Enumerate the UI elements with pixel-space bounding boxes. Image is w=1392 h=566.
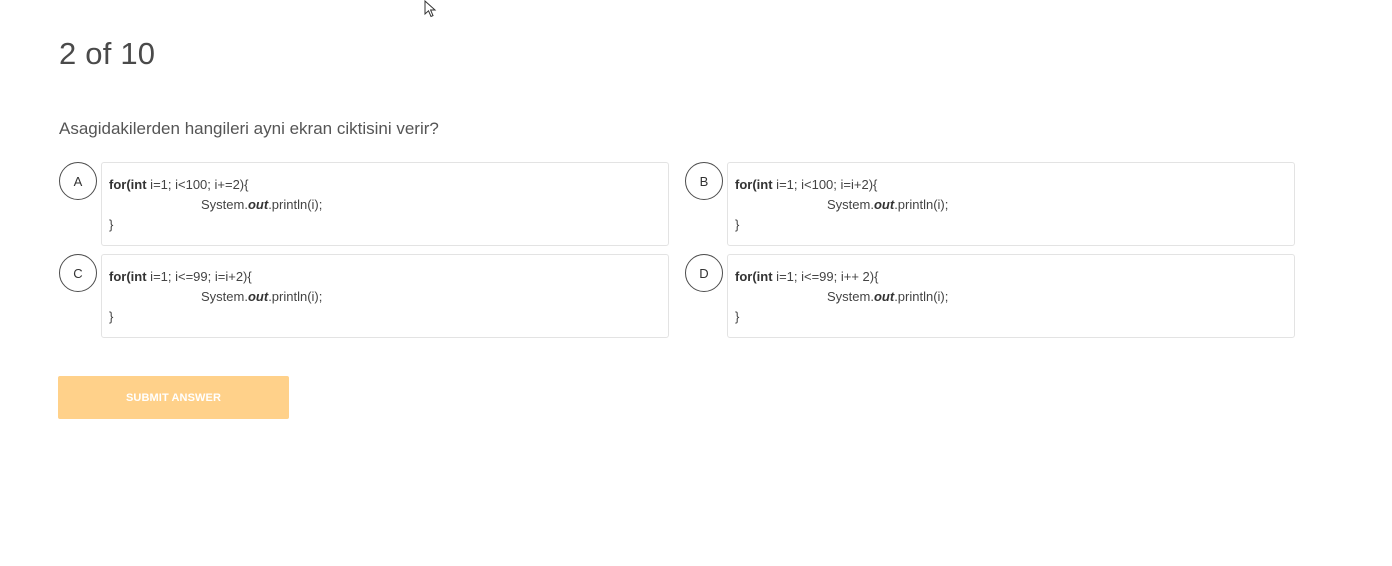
question-text: Asagidakilerden hangileri ayni ekran cik… <box>59 119 439 138</box>
code-line-2: System.out.println(i); <box>827 289 949 304</box>
option-d[interactable]: D for(int i=1; i<=99; i++ 2){ System.out… <box>685 254 1295 338</box>
option-b-code-box[interactable]: for(int i=1; i<100; i=i+2){ System.out.p… <box>727 162 1295 246</box>
option-c[interactable]: C for(int i=1; i<=99; i=i+2){ System.out… <box>59 254 669 338</box>
code-line-1: for(int i=1; i<=99; i=i+2){ <box>109 269 252 284</box>
code-line-1: for(int i=1; i<=99; i++ 2){ <box>735 269 879 284</box>
code-line-2: System.out.println(i); <box>827 197 949 212</box>
code-line-2: System.out.println(i); <box>201 197 323 212</box>
option-letter: B <box>699 173 709 189</box>
code-line-3: } <box>735 309 740 324</box>
submit-answer-button[interactable]: SUBMIT ANSWER <box>58 376 289 419</box>
option-letter: C <box>73 265 83 281</box>
option-letter: D <box>699 265 709 281</box>
option-a-radio[interactable]: A <box>59 162 97 200</box>
code-line-3: } <box>735 217 740 232</box>
option-a-code-box[interactable]: for(int i=1; i<100; i+=2){ System.out.pr… <box>101 162 669 246</box>
code-line-3: } <box>109 309 114 324</box>
option-b-radio[interactable]: B <box>685 162 723 200</box>
option-b[interactable]: B for(int i=1; i<100; i=i+2){ System.out… <box>685 162 1295 246</box>
mouse-pointer-icon <box>424 0 437 18</box>
code-line-1: for(int i=1; i<100; i=i+2){ <box>735 177 878 192</box>
code-line-3: } <box>109 217 114 232</box>
quiz-page: 2 of 10 Asagidakilerden hangileri ayni e… <box>0 0 1392 566</box>
code-line-2: System.out.println(i); <box>201 289 323 304</box>
option-letter: A <box>73 173 83 189</box>
option-d-code-box[interactable]: for(int i=1; i<=99; i++ 2){ System.out.p… <box>727 254 1295 338</box>
option-c-radio[interactable]: C <box>59 254 97 292</box>
question-counter: 2 of 10 <box>59 36 156 71</box>
option-c-code-box[interactable]: for(int i=1; i<=99; i=i+2){ System.out.p… <box>101 254 669 338</box>
option-a[interactable]: A for(int i=1; i<100; i+=2){ System.out.… <box>59 162 669 246</box>
code-line-1: for(int i=1; i<100; i+=2){ <box>109 177 249 192</box>
option-d-radio[interactable]: D <box>685 254 723 292</box>
